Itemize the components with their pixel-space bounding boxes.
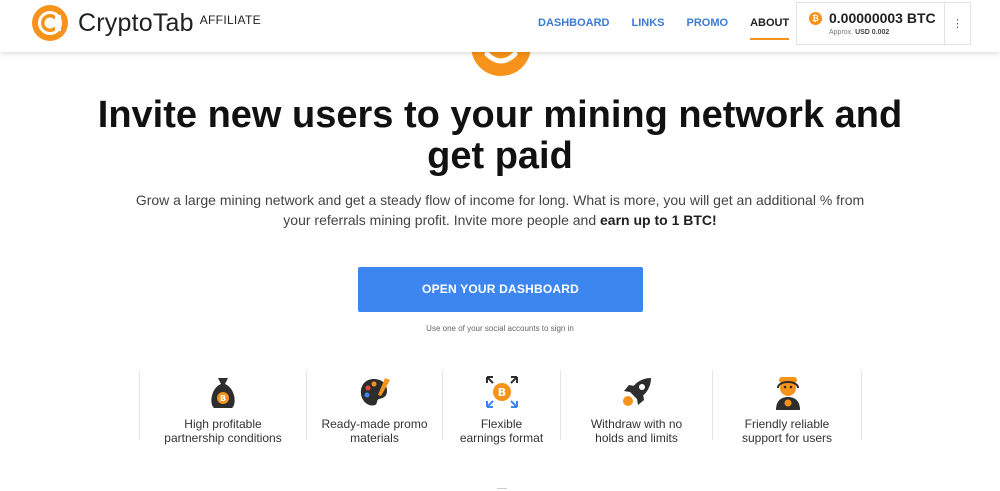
feature-label: Withdraw with no holds and limits	[561, 417, 712, 445]
cryptotab-logo-icon	[32, 5, 68, 41]
feature-line-1: Ready-made promo	[321, 417, 428, 431]
money-bag-icon: B	[211, 378, 235, 408]
hero-description: Grow a large mining network and get a st…	[125, 190, 875, 230]
headline-line-1: Invite new users to your mining network …	[97, 94, 903, 136]
feature-withdraw: Withdraw with no holds and limits	[560, 370, 712, 445]
feature-partnership: B High profitable partnership conditions	[139, 370, 306, 445]
feature-label: Ready-made promo materials	[307, 417, 442, 445]
feature-label: Flexible earnings format	[443, 417, 560, 445]
feature-promo: Ready-made promo materials	[306, 370, 442, 445]
feature-line-1: Withdraw with no	[590, 417, 683, 431]
approx-label: Approx.	[829, 29, 854, 36]
feature-line-2: materials	[350, 431, 399, 445]
wallet-balance-box[interactable]: ₿ 0.00000003 BTC Approx. USD 0.002	[797, 3, 945, 44]
approx-value: USD 0.002	[855, 29, 890, 36]
bitcoin-icon: ₿	[809, 12, 822, 25]
hero-description-text: Grow a large mining network and get a st…	[135, 192, 865, 228]
exchange-icon: B	[486, 376, 518, 408]
nav-about[interactable]: ABOUT	[750, 0, 790, 52]
cryptotab-logo[interactable]: CryptoTab AFFILIATE	[32, 5, 261, 41]
feature-support: Friendly reliable support for users	[712, 370, 862, 445]
wallet-widget: ₿ 0.00000003 BTC Approx. USD 0.002 ⋮	[796, 2, 971, 45]
hero-description-bold: earn up to 1 BTC!	[600, 212, 717, 228]
brand-name: CryptoTab	[78, 8, 194, 37]
feature-line-1: Flexible	[480, 417, 523, 431]
scroll-indicator	[497, 488, 507, 489]
feature-label: High profitable partnership conditions	[140, 417, 306, 445]
nav-promo[interactable]: PROMO	[687, 0, 729, 52]
support-agent-icon	[776, 377, 800, 410]
feature-line-1: High profitable	[184, 417, 262, 431]
feature-line-2: holds and limits	[595, 431, 678, 445]
nav-dashboard[interactable]: DASHBOARD	[538, 0, 610, 52]
wallet-usd-approx: Approx. USD 0.002	[829, 29, 889, 36]
open-dashboard-button[interactable]: OPEN YOUR DASHBOARD	[358, 267, 643, 312]
brand-subtitle: AFFILIATE	[199, 13, 261, 27]
palette-icon	[360, 378, 390, 406]
rocket-icon	[623, 378, 651, 406]
feature-line-2: partnership conditions	[164, 431, 282, 445]
svg-text:B: B	[220, 394, 226, 403]
top-header: CryptoTab AFFILIATE DASHBOARD LINKS PROM…	[0, 0, 1000, 52]
feature-line-1: Friendly reliable	[744, 417, 830, 431]
nav-links[interactable]: LINKS	[632, 0, 665, 52]
main-nav: DASHBOARD LINKS PROMO ABOUT	[538, 0, 811, 52]
feature-line-2: earnings format	[459, 431, 544, 445]
feature-label: Friendly reliable support for users	[713, 417, 861, 445]
svg-text:B: B	[498, 386, 506, 399]
feature-earnings: B Flexible earnings format	[442, 370, 560, 445]
feature-line-2: support for users	[741, 431, 833, 445]
page-headline: Invite new users to your mining network …	[0, 95, 1000, 177]
headline-line-2: get paid	[427, 135, 573, 177]
more-vertical-icon[interactable]: ⋮	[945, 3, 970, 44]
wallet-balance: 0.00000003 BTC	[829, 10, 936, 26]
sign-in-hint: Use one of your social accounts to sign …	[426, 324, 574, 333]
